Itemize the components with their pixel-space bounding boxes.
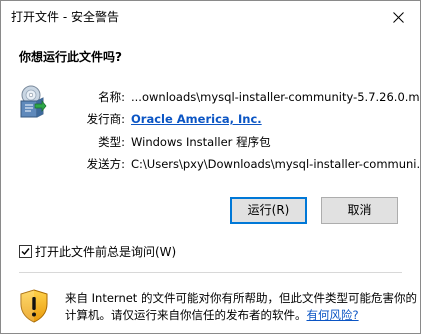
file-name-value: ...ownloads\mysql-installer-community-5.…: [131, 90, 421, 104]
what-is-the-risk-link[interactable]: 有何风险?: [307, 308, 359, 322]
file-name-row: 名称: ...ownloads\mysql-installer-communit…: [1, 89, 420, 105]
file-name-label: 名称:: [98, 90, 125, 104]
divider: [19, 272, 402, 273]
title-bar[interactable]: 打开文件 - 安全警告: [1, 1, 420, 33]
warning-line-2: 计算机。请仅运行来自你信任的发布者的软件。有何风险?: [65, 307, 405, 324]
publisher-label: 发行商:: [86, 112, 125, 126]
publisher-row: 发行商: Oracle America, Inc.: [1, 111, 420, 127]
warning-line-1: 来自 Internet 的文件可能对你有所帮助，但此文件类型可能危害你的: [65, 291, 417, 305]
always-ask-label: 打开此文件前总是询问(W): [35, 245, 177, 259]
window-title: 打开文件 - 安全警告: [11, 10, 119, 24]
checkmark-icon: [21, 248, 30, 256]
close-button[interactable]: [376, 1, 420, 33]
security-warning-dialog: 打开文件 - 安全警告 你想运行此文件吗? 名称: ...ownloads\my…: [0, 0, 421, 334]
from-row: 发送方: C:\Users\pxy\Downloads\mysql-instal…: [1, 156, 420, 172]
type-label: 类型:: [98, 135, 125, 149]
security-warning-text: 来自 Internet 的文件可能对你有所帮助，但此文件类型可能危害你的 计算机…: [65, 290, 417, 324]
from-value: C:\Users\pxy\Downloads\mysql-installer-c…: [131, 157, 421, 171]
type-value: Windows Installer 程序包: [131, 135, 271, 149]
type-row: 类型: Windows Installer 程序包: [1, 134, 420, 150]
cancel-button[interactable]: 取消: [321, 197, 398, 224]
always-ask-checkbox[interactable]: [19, 245, 32, 258]
publisher-link[interactable]: Oracle America, Inc.: [131, 111, 262, 127]
run-question: 你想运行此文件吗?: [19, 50, 122, 64]
from-label: 发送方:: [86, 157, 125, 171]
run-button[interactable]: 运行(R): [230, 197, 307, 224]
close-icon: [393, 12, 404, 23]
warning-line-2-text: 计算机。请仅运行来自你信任的发布者的软件。: [65, 308, 307, 322]
security-shield-icon: [19, 289, 49, 323]
